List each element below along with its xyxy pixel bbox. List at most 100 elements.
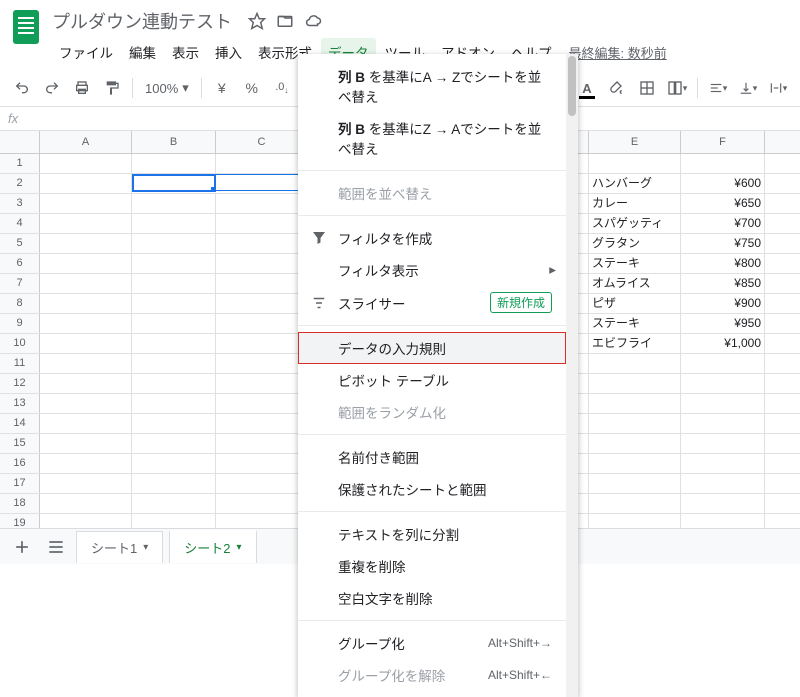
dd-create-filter[interactable]: フィルタを作成 [298,222,566,254]
row-header[interactable]: 4 [0,214,40,233]
cell-A18[interactable] [40,494,132,513]
doc-title[interactable]: プルダウン連動テスト [52,8,232,34]
dd-remove-dup[interactable]: 重複を削除 [298,550,566,582]
cell-A11[interactable] [40,354,132,373]
dd-sort-za[interactable]: 列 B を基準にZ → Aでシートを並べ替え [298,112,566,164]
cell-F6[interactable]: ¥800 [681,254,765,273]
cell-C3[interactable] [216,194,308,213]
wrap-button[interactable]: ▾ [764,74,792,102]
col-header-F[interactable]: F [681,131,765,153]
cell-B11[interactable] [132,354,216,373]
dropdown-scrollbar[interactable] [566,54,578,697]
cell-E5[interactable]: グラタン [589,234,681,253]
valign-button[interactable]: ▾ [734,74,762,102]
menu-edit[interactable]: 編集 [122,38,163,66]
cell-B5[interactable] [132,234,216,253]
sheet-tab-1[interactable]: シート1▾ [76,531,163,563]
cell-C11[interactable] [216,354,308,373]
add-sheet-button[interactable] [8,533,36,561]
cell-E12[interactable] [589,374,681,393]
sheet-tab-2[interactable]: シート2▾ [169,530,256,563]
row-header[interactable]: 9 [0,314,40,333]
cell-C8[interactable] [216,294,308,313]
row-header[interactable]: 2 [0,174,40,193]
redo-button[interactable] [38,74,66,102]
row-header[interactable]: 1 [0,154,40,173]
cell-A17[interactable] [40,474,132,493]
cell-E7[interactable]: オムライス [589,274,681,293]
cell-B6[interactable] [132,254,216,273]
cell-F1[interactable] [681,154,765,173]
row-header[interactable]: 3 [0,194,40,213]
cell-E4[interactable]: スパゲッティ [589,214,681,233]
row-header[interactable]: 6 [0,254,40,273]
currency-button[interactable]: ¥ [208,74,236,102]
row-header[interactable]: 18 [0,494,40,513]
cell-A14[interactable] [40,414,132,433]
dd-pivot-table[interactable]: ピボット テーブル [298,364,566,396]
cell-E18[interactable] [589,494,681,513]
dd-filter-views[interactable]: フィルタ表示▸ [298,254,566,286]
cell-B2[interactable] [132,174,216,192]
row-header[interactable]: 11 [0,354,40,373]
cell-B14[interactable] [132,414,216,433]
paint-format-button[interactable] [98,74,126,102]
col-header-B[interactable]: B [132,131,216,153]
cell-C13[interactable] [216,394,308,413]
cell-E3[interactable]: カレー [589,194,681,213]
star-icon[interactable] [248,12,266,30]
cell-F14[interactable] [681,414,765,433]
percent-button[interactable]: % [238,74,266,102]
cell-E9[interactable]: ステーキ [589,314,681,333]
dd-protect[interactable]: 保護されたシートと範囲 [298,473,566,505]
cell-B18[interactable] [132,494,216,513]
cell-C17[interactable] [216,474,308,493]
align-button[interactable]: ▾ [704,74,732,102]
cell-E2[interactable]: ハンバーグ [589,174,681,193]
row-header[interactable]: 15 [0,434,40,453]
dd-named-ranges[interactable]: 名前付き範囲 [298,441,566,473]
cell-F13[interactable] [681,394,765,413]
cell-B9[interactable] [132,314,216,333]
cell-B3[interactable] [132,194,216,213]
cell-F4[interactable]: ¥700 [681,214,765,233]
cell-F12[interactable] [681,374,765,393]
cell-C9[interactable] [216,314,308,333]
cell-E1[interactable] [589,154,681,173]
row-header[interactable]: 13 [0,394,40,413]
cell-A5[interactable] [40,234,132,253]
cell-E15[interactable] [589,434,681,453]
row-header[interactable]: 10 [0,334,40,353]
cell-C6[interactable] [216,254,308,273]
row-header[interactable]: 5 [0,234,40,253]
cell-C15[interactable] [216,434,308,453]
undo-button[interactable] [8,74,36,102]
cell-E17[interactable] [589,474,681,493]
cell-C2[interactable] [216,174,308,191]
cell-F2[interactable]: ¥600 [681,174,765,193]
cell-F10[interactable]: ¥1,000 [681,334,765,353]
cell-A1[interactable] [40,154,132,173]
cell-A3[interactable] [40,194,132,213]
cell-E14[interactable] [589,414,681,433]
cell-B4[interactable] [132,214,216,233]
row-header[interactable]: 17 [0,474,40,493]
cell-C7[interactable] [216,274,308,293]
row-header[interactable]: 14 [0,414,40,433]
cell-F18[interactable] [681,494,765,513]
row-header[interactable]: 16 [0,454,40,473]
cell-F16[interactable] [681,454,765,473]
dd-slicer[interactable]: スライサー 新規作成 [298,286,566,319]
last-edit-link[interactable]: 最終編集: 数秒前 [569,43,667,62]
cell-B8[interactable] [132,294,216,313]
row-header[interactable]: 12 [0,374,40,393]
sheets-logo[interactable] [8,8,44,44]
cell-C12[interactable] [216,374,308,393]
menu-file[interactable]: ファイル [52,38,120,66]
merge-button[interactable]: ▾ [663,74,691,102]
cell-E11[interactable] [589,354,681,373]
menu-view[interactable]: 表示 [165,38,206,66]
select-all-corner[interactable] [0,131,40,153]
fill-color-button[interactable] [603,74,631,102]
cell-B15[interactable] [132,434,216,453]
